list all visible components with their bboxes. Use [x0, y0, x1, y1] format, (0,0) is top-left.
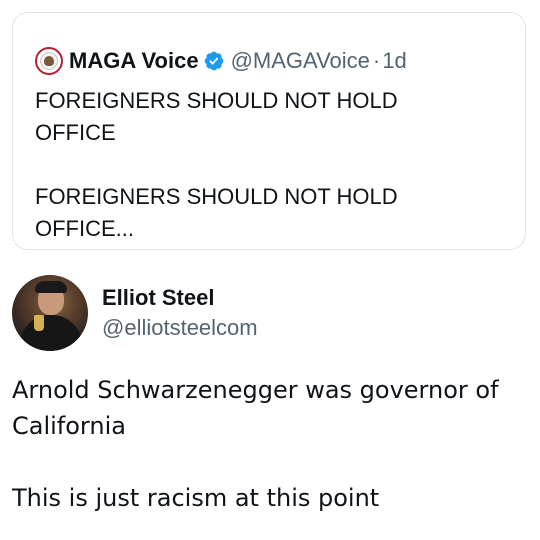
post-author: Elliot Steel @elliotsteelcom — [12, 275, 258, 351]
quoted-post-timestamp[interactable]: 1d — [382, 48, 406, 74]
quoted-post-header: MAGA Voice @MAGAVoice · 1d — [35, 47, 407, 75]
quoted-post-card[interactable]: MAGA Voice @MAGAVoice · 1d FOREIGNERS SH… — [12, 12, 526, 250]
author-name[interactable]: Elliot Steel — [102, 283, 258, 313]
verified-badge-icon — [204, 51, 223, 71]
avatar-cap — [35, 281, 67, 293]
quoted-author-name[interactable]: MAGA Voice — [69, 48, 199, 74]
eagle-icon — [44, 56, 54, 66]
author-meta: Elliot Steel @elliotsteelcom — [102, 283, 258, 343]
quoted-post-text: FOREIGNERS SHOULD NOT HOLD OFFICE FOREIG… — [35, 88, 398, 241]
separator-dot: · — [372, 48, 381, 73]
avatar-shirt — [20, 315, 82, 351]
author-avatar[interactable] — [12, 275, 88, 351]
author-handle[interactable]: @elliotsteelcom — [102, 313, 258, 343]
quoted-author-handle[interactable]: @MAGAVoice — [231, 48, 370, 74]
post-text: Arnold Schwarzenegger was governor of Ca… — [12, 376, 499, 512]
beer-glass-icon — [34, 315, 44, 331]
quoted-author-avatar[interactable] — [35, 47, 63, 75]
